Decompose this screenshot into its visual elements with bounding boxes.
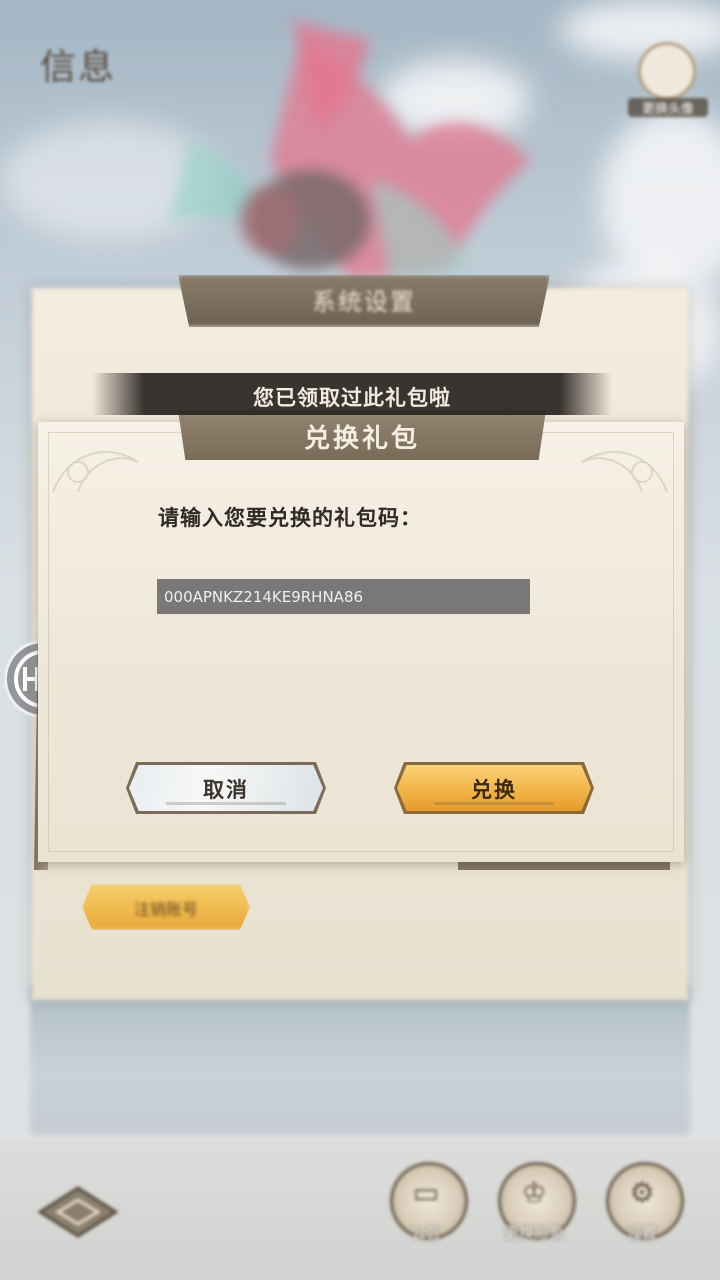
corner-ornament [581,451,668,493]
cancel-button[interactable]: 取消 [126,762,326,814]
bottom-nav-settings[interactable]: ⚙ 设置 [602,1162,684,1254]
logout-account-label: 注销账号 [133,900,198,919]
corner-ornament [52,451,139,493]
bottom-nav-costume-label: 更换形象 [503,1224,564,1242]
gift-code-input[interactable] [157,579,530,614]
redeem-prompt: 请输入您要兑换的礼包码： [158,506,422,530]
notice-icon: ▭ [412,1176,440,1209]
gear-icon: ⚙ [629,1176,655,1209]
cancel-button-label: 取消 [203,778,249,802]
home-diamond-icon[interactable] [38,1186,118,1238]
dialog-title: 兑换礼包 [303,424,420,454]
settings-title: 系统设置 [312,288,416,316]
bottom-nav-notice-label: 公告 [410,1224,441,1242]
redeem-button[interactable]: 兑换 [394,762,594,814]
redeem-button-label: 兑换 [471,778,517,802]
costume-icon: ♔ [521,1176,547,1209]
bottom-nav-costume[interactable]: ♔ 更换形象 [494,1162,576,1254]
game-logo: 信息 [22,18,162,108]
bottom-nav-notice[interactable]: ▭ 公告 [386,1162,468,1254]
profile-label: 更换头像 [628,98,708,117]
profile-avatar-button[interactable]: 更换头像 [628,42,708,122]
bottom-nav-settings-label: 设置 [626,1224,657,1242]
toast-notification: 您已领取过此礼包啦 [92,373,612,415]
toast-message: 您已领取过此礼包啦 [253,386,451,410]
logo-text: 信息 [40,47,117,88]
avatar-icon [638,42,696,100]
